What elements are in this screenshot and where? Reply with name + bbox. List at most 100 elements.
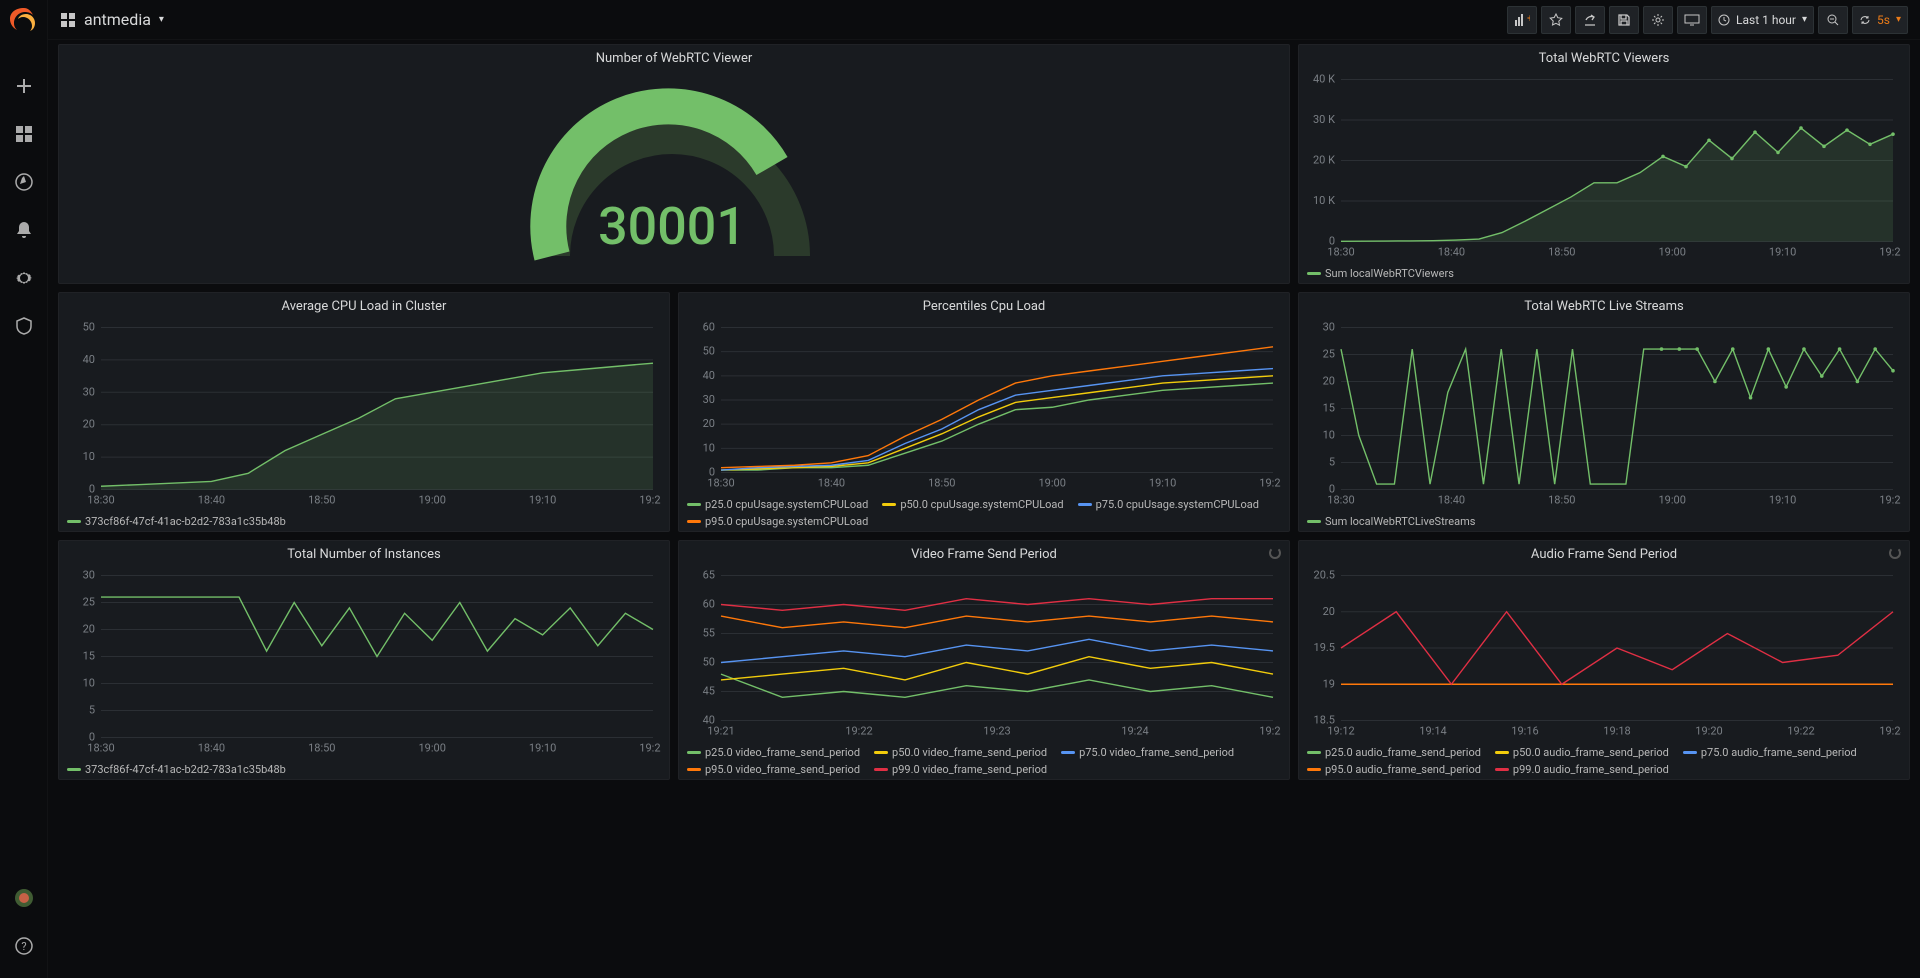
shield-icon[interactable] (14, 316, 34, 336)
panel-gauge[interactable]: Number of WebRTC Viewer 30001 (58, 44, 1290, 284)
legend-item: p50.0 video_frame_send_period (892, 746, 1047, 759)
alert-icon[interactable] (14, 220, 34, 240)
svg-text:18:50: 18:50 (928, 477, 955, 490)
svg-text:40: 40 (83, 353, 95, 366)
panel-video-period[interactable]: Video Frame Send Period 40455055606519:2… (678, 540, 1290, 780)
settings-button[interactable] (1643, 6, 1673, 34)
svg-text:15: 15 (1323, 402, 1335, 415)
star-icon (1549, 13, 1563, 27)
help-icon[interactable]: ? (14, 936, 34, 956)
svg-text:18:30: 18:30 (1327, 246, 1354, 259)
legend: p25.0 video_frame_send_periodp50.0 video… (679, 744, 1289, 782)
monitor-icon (1684, 13, 1700, 27)
svg-text:+: + (1527, 13, 1530, 25)
refresh-icon (1859, 14, 1871, 26)
explore-icon[interactable] (14, 172, 34, 192)
timerange-picker[interactable]: Last 1 hour ▾ (1711, 6, 1814, 34)
tv-mode-button[interactable] (1677, 6, 1707, 34)
svg-text:19:00: 19:00 (418, 742, 445, 755)
svg-text:25: 25 (1323, 348, 1335, 361)
dashboards-icon[interactable] (14, 124, 34, 144)
svg-text:19.5: 19.5 (1314, 641, 1335, 654)
svg-text:18:50: 18:50 (1548, 246, 1575, 259)
panel-title: Total Number of Instances (59, 541, 669, 566)
svg-text:19:16: 19:16 (1511, 725, 1538, 738)
star-button[interactable] (1541, 6, 1571, 34)
svg-text:19:21: 19:21 (707, 725, 734, 738)
panel-total-viewers[interactable]: Total WebRTC Viewers 010 K20 K30 K40 K18… (1298, 44, 1910, 284)
svg-text:40 K: 40 K (1313, 73, 1335, 86)
legend-item: p75.0 cpuUsage.systemCPULoad (1096, 498, 1259, 511)
svg-text:15: 15 (83, 650, 95, 663)
svg-text:20: 20 (1323, 375, 1335, 388)
svg-text:19:20: 19:20 (1259, 477, 1281, 490)
svg-text:19:22: 19:22 (1787, 725, 1814, 738)
legend-item: p25.0 cpuUsage.systemCPULoad (705, 498, 868, 511)
chart: 010203040506018:3018:4018:5019:0019:1019… (683, 320, 1281, 492)
svg-text:10: 10 (1323, 429, 1335, 442)
panel-pct-cpu[interactable]: Percentiles Cpu Load 010203040506018:301… (678, 292, 1290, 532)
clock-icon (1718, 14, 1730, 26)
chevron-down-icon: ▾ (1896, 14, 1901, 25)
grafana-logo-icon[interactable] (8, 6, 40, 38)
svg-text:19: 19 (1323, 677, 1335, 690)
svg-text:20 K: 20 K (1313, 154, 1335, 167)
save-icon (1617, 13, 1631, 27)
svg-text:?: ? (21, 940, 26, 953)
svg-text:18:40: 18:40 (1438, 246, 1465, 259)
svg-text:19:10: 19:10 (1769, 246, 1796, 259)
save-button[interactable] (1609, 6, 1639, 34)
svg-text:20: 20 (1323, 605, 1335, 618)
panel-instances[interactable]: Total Number of Instances 05101520253018… (58, 540, 670, 780)
svg-text:18:40: 18:40 (198, 742, 225, 755)
legend-item: p99.0 audio_frame_send_period (1513, 763, 1669, 776)
svg-text:20: 20 (83, 418, 95, 431)
svg-text:19:23: 19:23 (983, 725, 1010, 738)
panel-audio-period[interactable]: Audio Frame Send Period 18.51919.52020.5… (1298, 540, 1910, 780)
svg-text:19:22: 19:22 (845, 725, 872, 738)
legend-item: Sum localWebRTCViewers (1325, 267, 1454, 280)
svg-text:20: 20 (83, 623, 95, 636)
svg-text:19:18: 19:18 (1603, 725, 1630, 738)
svg-text:5: 5 (89, 704, 95, 717)
svg-text:20.5: 20.5 (1314, 569, 1335, 582)
svg-text:5: 5 (1329, 456, 1335, 469)
svg-text:18:40: 18:40 (818, 477, 845, 490)
plus-icon[interactable] (14, 76, 34, 96)
dashboard-title: antmedia (84, 10, 151, 29)
legend: p25.0 audio_frame_send_periodp50.0 audio… (1299, 744, 1909, 782)
svg-text:19:00: 19:00 (1658, 246, 1685, 259)
panel-avg-cpu[interactable]: Average CPU Load in Cluster 010203040501… (58, 292, 670, 532)
grid-icon (60, 12, 76, 28)
avatar-icon[interactable] (14, 888, 34, 908)
refresh-button[interactable]: 5s ▾ (1852, 6, 1908, 34)
zoom-out-button[interactable] (1818, 6, 1848, 34)
svg-text:18:30: 18:30 (1327, 494, 1354, 507)
loading-icon (1889, 547, 1901, 559)
svg-text:18:40: 18:40 (1438, 494, 1465, 507)
svg-text:19:10: 19:10 (1149, 477, 1176, 490)
svg-text:19:00: 19:00 (1658, 494, 1685, 507)
svg-text:19:10: 19:10 (1769, 494, 1796, 507)
legend-item: p75.0 video_frame_send_period (1079, 746, 1234, 759)
svg-text:50: 50 (83, 321, 95, 334)
svg-text:19:14: 19:14 (1419, 725, 1446, 738)
svg-text:19:20: 19:20 (1879, 246, 1901, 259)
svg-text:18:30: 18:30 (707, 477, 734, 490)
legend-item: p25.0 audio_frame_send_period (1325, 746, 1481, 759)
add-panel-button[interactable]: + (1507, 6, 1537, 34)
svg-text:19:10: 19:10 (529, 494, 556, 507)
panel-live-streams[interactable]: Total WebRTC Live Streams 05101520253018… (1298, 292, 1910, 532)
dashboard-title-dropdown[interactable]: antmedia ▾ (60, 10, 164, 29)
legend-item: 373cf86f-47cf-41ac-b2d2-783a1c35b48b (85, 763, 286, 776)
share-icon (1583, 13, 1597, 27)
svg-text:19:24: 19:24 (1121, 725, 1148, 738)
sidebar: ? (0, 0, 48, 978)
svg-text:19:20: 19:20 (1695, 725, 1722, 738)
share-button[interactable] (1575, 6, 1605, 34)
gear-icon[interactable] (14, 268, 34, 288)
legend-item: p95.0 video_frame_send_period (705, 763, 860, 776)
svg-text:55: 55 (703, 627, 715, 640)
chart: 05101520253018:3018:4018:5019:0019:1019:… (1303, 320, 1901, 509)
legend-item: 373cf86f-47cf-41ac-b2d2-783a1c35b48b (85, 515, 286, 528)
